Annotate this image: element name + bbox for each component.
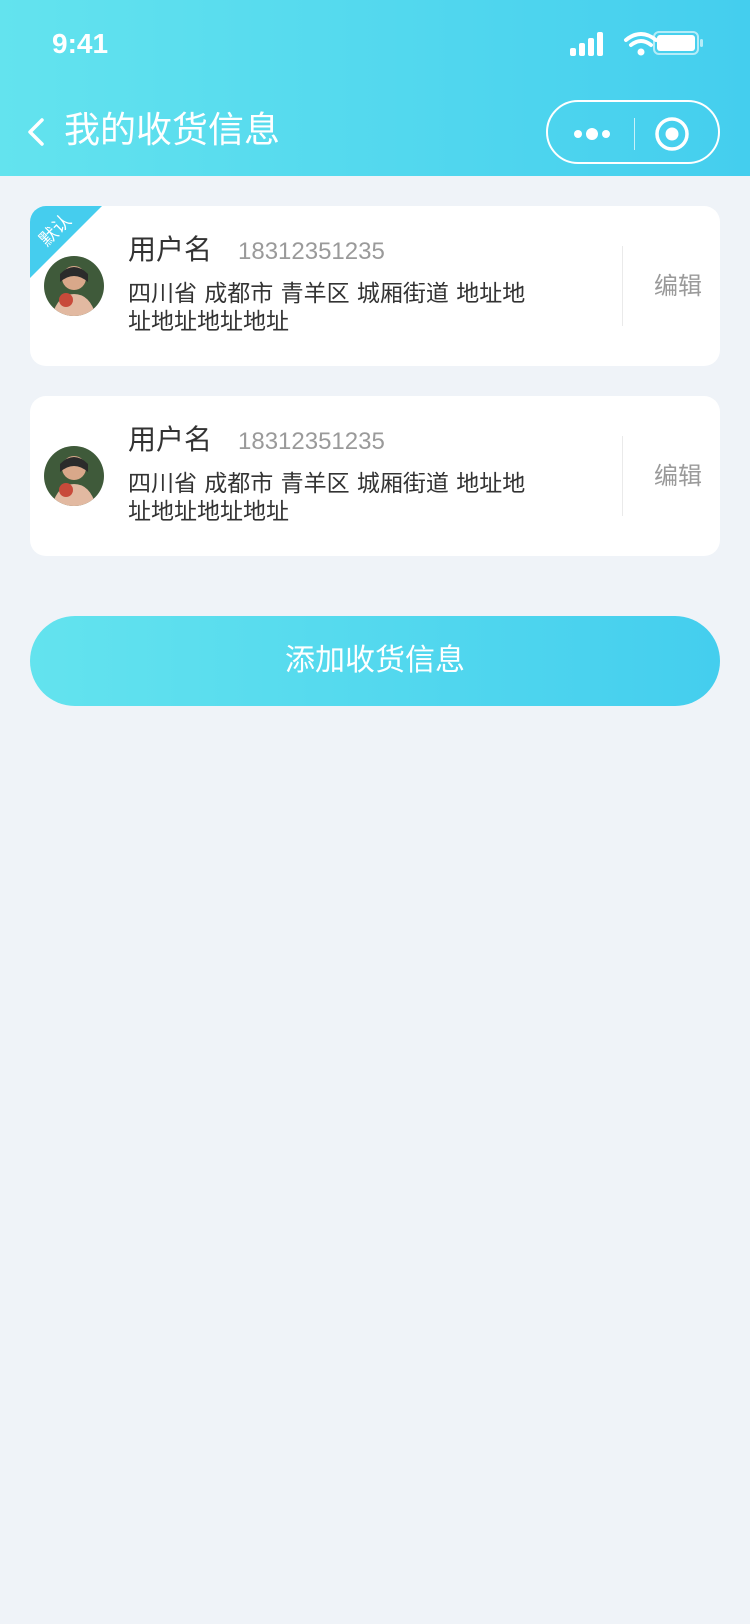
recipient-address: 四川省 成都市 青羊区 城厢街道 地址地址地址地址地址: [128, 471, 526, 525]
page-title: 我的收货信息: [64, 110, 281, 151]
signal-icon: [570, 31, 703, 56]
mini-program-capsule: [546, 100, 720, 164]
avatar: [44, 446, 104, 506]
avatar: [44, 256, 104, 316]
recipient-name: 用户名: [128, 233, 213, 266]
edit-button[interactable]: 编辑: [654, 460, 702, 492]
more-icon: [574, 128, 610, 140]
more-button[interactable]: [572, 114, 612, 154]
capsule-divider: [634, 118, 635, 150]
status-icons: [570, 30, 704, 58]
recipient-name: 用户名: [128, 423, 213, 456]
address-card[interactable]: 默认 用户名 18312351235 四川省 成都市 青羊区 城厢街道 地址地址…: [30, 206, 720, 366]
back-icon: [28, 118, 44, 146]
close-mini-button[interactable]: [654, 116, 690, 152]
recipient-phone: 18312351235: [238, 428, 385, 455]
edit-button[interactable]: 编辑: [654, 270, 702, 302]
recipient-address: 四川省 成都市 青羊区 城厢街道 地址地址地址地址地址: [128, 281, 526, 335]
add-address-button[interactable]: 添加收货信息: [30, 616, 720, 706]
card-divider: [622, 246, 623, 326]
back-button[interactable]: [24, 112, 52, 152]
header: 9:41 我的收货信息: [0, 0, 750, 176]
address-card[interactable]: 用户名 18312351235 四川省 成都市 青羊区 城厢街道 地址地址地址地…: [30, 396, 720, 556]
status-time: 9:41: [52, 28, 109, 59]
recipient-phone: 18312351235: [238, 238, 385, 265]
card-divider: [622, 436, 623, 516]
close-mini-icon: [655, 117, 689, 151]
